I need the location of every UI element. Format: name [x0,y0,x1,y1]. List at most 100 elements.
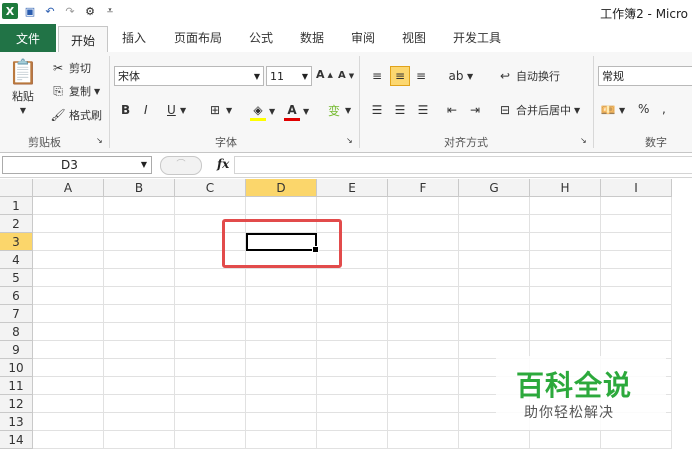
cell-c9[interactable] [175,341,246,359]
cell-d6[interactable] [246,287,317,305]
cell-d8[interactable] [246,323,317,341]
cell-f3[interactable] [388,233,459,251]
cell-h1[interactable] [530,197,601,215]
column-header-e[interactable]: E [317,179,388,197]
align-right-button[interactable]: ☰ [415,102,431,118]
cell-f7[interactable] [388,305,459,323]
cell-i8[interactable] [601,323,672,341]
cell-f10[interactable] [388,359,459,377]
cell-c6[interactable] [175,287,246,305]
column-header-f[interactable]: F [388,179,459,197]
cell-b14[interactable] [104,431,175,449]
cell-g6[interactable] [459,287,530,305]
format-painter-button[interactable]: 🖌 格式刷 [50,107,102,123]
cell-i14[interactable] [601,431,672,449]
italic-button[interactable]: I [144,103,148,117]
column-header-i[interactable]: I [601,179,672,197]
orientation-button[interactable]: ab ▼ [448,68,474,84]
save-icon[interactable]: ▣ [22,3,38,19]
cell-f14[interactable] [388,431,459,449]
cell-c1[interactable] [175,197,246,215]
accounting-format-button[interactable]: 💴 ▼ [600,102,626,118]
cell-a8[interactable] [33,323,104,341]
column-header-d[interactable]: D [246,179,317,197]
row-header-6[interactable]: 6 [0,287,33,305]
cell-d13[interactable] [246,413,317,431]
select-all-corner[interactable] [0,179,33,197]
decrease-indent-button[interactable]: ⇤ [444,102,460,118]
cell-a9[interactable] [33,341,104,359]
cell-b2[interactable] [104,215,175,233]
cell-g14[interactable] [459,431,530,449]
clipboard-launcher-icon[interactable]: ↘ [96,136,103,145]
cell-b4[interactable] [104,251,175,269]
number-format-select[interactable]: 常规 [598,66,692,86]
cell-i3[interactable] [601,233,672,251]
cell-f11[interactable] [388,377,459,395]
tab-insert[interactable]: 插入 [122,29,146,46]
wrap-text-button[interactable]: ↩ 自动换行 [497,68,560,84]
cell-h3[interactable] [530,233,601,251]
row-header-7[interactable]: 7 [0,305,33,323]
cell-g1[interactable] [459,197,530,215]
row-header-2[interactable]: 2 [0,215,33,233]
cell-a1[interactable] [33,197,104,215]
comma-button[interactable]: , [662,102,666,116]
cell-a11[interactable] [33,377,104,395]
underline-dropdown-icon[interactable]: ▼ [180,106,186,115]
cell-b1[interactable] [104,197,175,215]
align-top-button[interactable]: ≡ [369,68,385,84]
cell-b13[interactable] [104,413,175,431]
column-header-a[interactable]: A [33,179,104,197]
column-header-c[interactable]: C [175,179,246,197]
customize-qat-icon[interactable]: ⚙ [82,3,98,19]
row-header-5[interactable]: 5 [0,269,33,287]
shrink-font-button[interactable]: A ▼ [338,70,354,81]
cell-c14[interactable] [175,431,246,449]
align-center-button[interactable]: ☰ [392,102,408,118]
font-launcher-icon[interactable]: ↘ [346,136,353,145]
cell-a13[interactable] [33,413,104,431]
cell-f2[interactable] [388,215,459,233]
column-header-h[interactable]: H [530,179,601,197]
cell-h5[interactable] [530,269,601,287]
cell-c11[interactable] [175,377,246,395]
cell-e14[interactable] [317,431,388,449]
row-header-9[interactable]: 9 [0,341,33,359]
cell-h14[interactable] [530,431,601,449]
cell-b12[interactable] [104,395,175,413]
cell-h2[interactable] [530,215,601,233]
cell-g5[interactable] [459,269,530,287]
row-header-8[interactable]: 8 [0,323,33,341]
increase-indent-button[interactable]: ⇥ [467,102,483,118]
align-middle-button[interactable]: ≡ [390,66,410,86]
cell-d14[interactable] [246,431,317,449]
cell-f8[interactable] [388,323,459,341]
cell-b3[interactable] [104,233,175,251]
row-header-13[interactable]: 13 [0,413,33,431]
tab-review[interactable]: 审阅 [351,29,375,46]
tab-page-layout[interactable]: 页面布局 [174,29,222,46]
cell-c5[interactable] [175,269,246,287]
cell-b9[interactable] [104,341,175,359]
cell-i4[interactable] [601,251,672,269]
undo-icon[interactable]: ↶ [42,3,58,19]
column-header-b[interactable]: B [104,179,175,197]
qat-dropdown-icon[interactable]: ⩡ [102,3,118,19]
cell-g4[interactable] [459,251,530,269]
cell-a7[interactable] [33,305,104,323]
align-bottom-button[interactable]: ≡ [413,68,429,84]
cell-i2[interactable] [601,215,672,233]
cell-d3[interactable] [246,233,319,253]
cell-e8[interactable] [317,323,388,341]
fill-color-button[interactable]: ◈ ▼ [250,102,275,121]
cell-h6[interactable] [530,287,601,305]
cell-i5[interactable] [601,269,672,287]
cell-f6[interactable] [388,287,459,305]
cell-g7[interactable] [459,305,530,323]
tab-file[interactable]: 文件 [0,24,56,52]
cell-b11[interactable] [104,377,175,395]
alignment-launcher-icon[interactable]: ↘ [580,136,587,145]
cell-c8[interactable] [175,323,246,341]
cell-f4[interactable] [388,251,459,269]
